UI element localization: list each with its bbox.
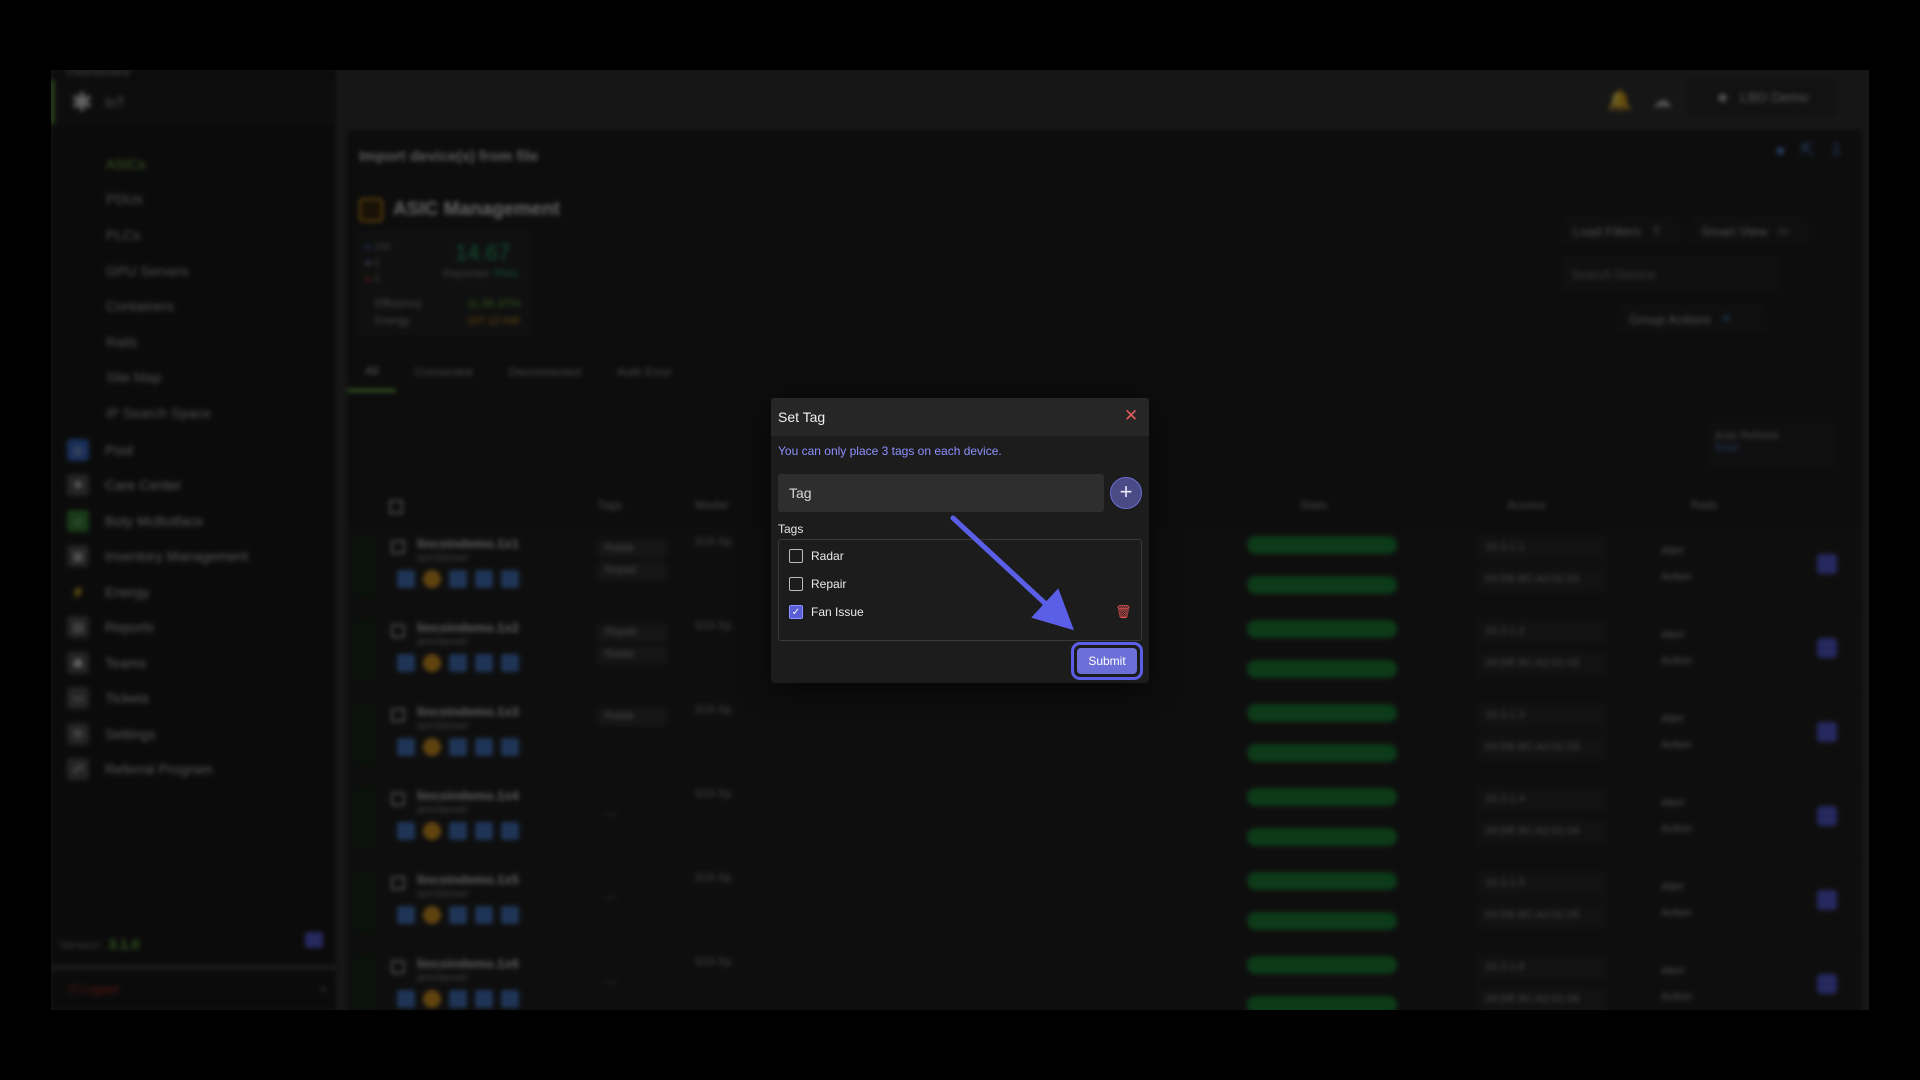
annotation-arrow-icon: [950, 515, 1074, 631]
app-window: Dashboard ✱ IoT ASICs PDUs PLCs GPU Serv…: [51, 70, 1869, 1010]
